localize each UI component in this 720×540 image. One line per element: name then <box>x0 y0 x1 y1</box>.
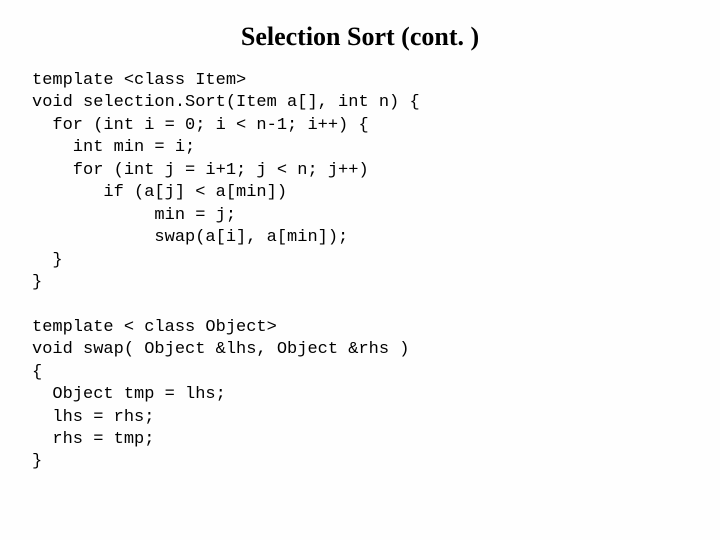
code-block: template <class Item> void selection.Sor… <box>32 70 688 474</box>
slide-container: Selection Sort (cont. ) template <class … <box>0 0 720 474</box>
slide-title: Selection Sort (cont. ) <box>32 22 688 52</box>
